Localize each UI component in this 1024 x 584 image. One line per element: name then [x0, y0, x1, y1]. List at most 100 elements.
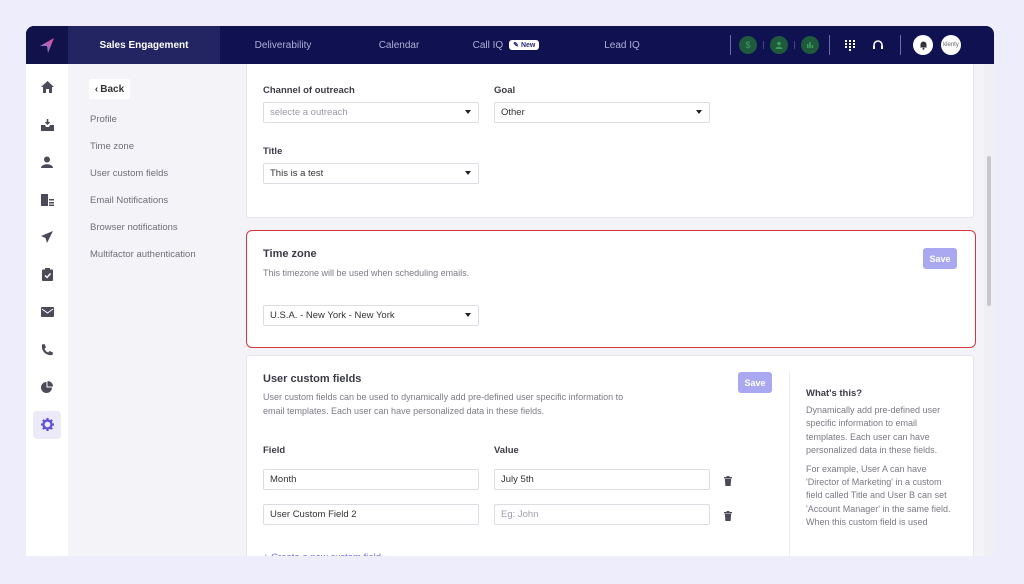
- rail-item-inbox[interactable]: [33, 111, 61, 139]
- avatar-text: klenty: [943, 42, 959, 48]
- custom-fields-description-1: User custom fields can be used to dynami…: [263, 392, 624, 402]
- rail-item-calls[interactable]: [33, 336, 61, 364]
- whats-this-panel: What's this? Dynamically add pre-defined…: [789, 372, 975, 556]
- channel-select-value: selecte a outreach: [270, 107, 348, 118]
- delete-row-button[interactable]: [724, 473, 732, 491]
- custom-field-value-input[interactable]: Eg: John: [494, 504, 710, 525]
- divider: [829, 35, 830, 55]
- input-value: July 5th: [501, 474, 534, 485]
- avatar[interactable]: klenty: [941, 35, 961, 55]
- create-custom-field-link[interactable]: + Create a new custom field: [263, 552, 381, 556]
- rail-item-outreach[interactable]: [33, 223, 61, 251]
- title-label: Title: [263, 146, 283, 157]
- rail-item-tasks[interactable]: [33, 261, 61, 289]
- title-select[interactable]: This is a test: [263, 163, 479, 184]
- custom-fields-save-button[interactable]: Save: [738, 372, 772, 393]
- accounts-icon: [40, 193, 54, 206]
- user-icon[interactable]: [770, 36, 788, 54]
- icon-rail: [26, 64, 68, 556]
- chart-icon[interactable]: [801, 36, 819, 54]
- whats-this-title: What's this?: [806, 388, 863, 399]
- subnav-item-user-custom-fields[interactable]: User custom fields: [90, 168, 168, 179]
- scrollbar-thumb[interactable]: [987, 156, 991, 306]
- custom-field-value-input[interactable]: July 5th: [494, 469, 710, 490]
- logo[interactable]: [26, 26, 68, 64]
- divider: [763, 41, 764, 49]
- tab-call-iq[interactable]: Call IQ ✎ New: [452, 26, 560, 64]
- mail-icon: [40, 307, 54, 317]
- main-scrollbar[interactable]: [984, 64, 994, 556]
- custom-fields-description-2: email templates. Each user can have pers…: [263, 406, 545, 416]
- custom-fields-heading: User custom fields: [263, 373, 362, 385]
- title-select-value: This is a test: [270, 168, 324, 179]
- tab-calendar[interactable]: Calendar: [346, 26, 452, 64]
- trash-icon: [724, 476, 732, 486]
- user-custom-fields-card: User custom fields User custom fields ca…: [246, 355, 974, 556]
- reports-icon: [41, 381, 53, 393]
- subnav-item-browser-notifications[interactable]: Browser notifications: [90, 222, 178, 233]
- timezone-heading: Time zone: [263, 248, 317, 260]
- caret-down-icon: [465, 171, 471, 175]
- caret-down-icon: [696, 110, 702, 114]
- goal-select[interactable]: Other: [494, 102, 710, 123]
- notifications-button[interactable]: [913, 35, 933, 55]
- logo-icon: [40, 38, 54, 53]
- divider: [794, 41, 795, 49]
- timezone-select[interactable]: U.S.A. - New York - New York: [263, 305, 479, 326]
- tab-lead-iq[interactable]: Lead IQ: [560, 26, 684, 64]
- divider: [730, 35, 731, 55]
- dialpad-icon[interactable]: [838, 33, 862, 57]
- inbox-icon: [40, 118, 54, 131]
- timezone-save-button[interactable]: Save: [923, 248, 957, 269]
- rail-item-accounts[interactable]: [33, 186, 61, 214]
- settings-subnav: ‹ Back Profile Time zone User custom fie…: [68, 64, 246, 556]
- tab-label: Deliverability: [254, 39, 312, 51]
- trash-icon: [724, 511, 732, 521]
- prospects-icon: [41, 156, 53, 168]
- subnav-item-time-zone[interactable]: Time zone: [90, 141, 134, 152]
- subnav-item-profile[interactable]: Profile: [90, 114, 117, 125]
- tab-label: Sales Engagement: [99, 39, 189, 51]
- divider: [900, 35, 901, 55]
- rail-item-mail[interactable]: [33, 298, 61, 326]
- tab-deliverability[interactable]: Deliverability: [220, 26, 346, 64]
- back-button[interactable]: ‹ Back: [89, 79, 130, 99]
- tab-sales-engagement[interactable]: Sales Engagement: [68, 26, 220, 64]
- timezone-description: This timezone will be used when scheduli…: [263, 268, 470, 278]
- field-column-header: Field: [263, 445, 286, 456]
- rail-item-settings[interactable]: [33, 410, 61, 439]
- rail-item-prospects[interactable]: [33, 148, 61, 176]
- goal-label: Goal: [494, 85, 516, 96]
- bell-icon: [919, 41, 927, 50]
- new-badge: ✎ New: [509, 40, 540, 50]
- caret-down-icon: [465, 110, 471, 114]
- phone-icon: [41, 343, 53, 355]
- timezone-select-value: U.S.A. - New York - New York: [270, 310, 395, 321]
- rail-item-home[interactable]: [33, 73, 61, 101]
- tasks-icon: [41, 268, 53, 281]
- chevron-left-icon: ‹: [94, 83, 99, 95]
- back-label: Back: [100, 83, 125, 95]
- goal-select-value: Other: [501, 107, 525, 118]
- subnav-item-email-notifications[interactable]: Email Notifications: [90, 195, 168, 206]
- custom-field-name-input[interactable]: User Custom Field 2: [263, 504, 479, 525]
- whats-this-text-1: Dynamically add pre-defined user specifi…: [806, 405, 941, 456]
- subnav-item-multifactor-authentication[interactable]: Multifactor authentication: [90, 249, 196, 260]
- rail-item-reports[interactable]: [33, 373, 61, 401]
- channel-label: Channel of outreach: [263, 85, 355, 96]
- settings-icon: [40, 418, 54, 431]
- custom-field-name-input[interactable]: Month: [263, 469, 479, 490]
- whats-this-text-2: For example, User A can have 'Director o…: [806, 463, 951, 528]
- timezone-card: Time zone This timezone will be used whe…: [246, 230, 976, 348]
- new-badge-label: New: [520, 42, 536, 49]
- tab-label: Calendar: [378, 39, 420, 51]
- home-icon: [40, 81, 54, 93]
- channel-select[interactable]: selecte a outreach: [263, 102, 479, 123]
- value-column-header: Value: [494, 445, 519, 456]
- dollar-icon[interactable]: $: [739, 36, 757, 54]
- tab-label: Call IQ: [472, 39, 504, 51]
- profile-card: Channel of outreach selecte a outreach G…: [246, 64, 974, 218]
- delete-row-button[interactable]: [724, 508, 732, 526]
- app-window: Sales Engagement Deliverability Calendar…: [26, 26, 994, 556]
- headset-icon[interactable]: [866, 33, 890, 57]
